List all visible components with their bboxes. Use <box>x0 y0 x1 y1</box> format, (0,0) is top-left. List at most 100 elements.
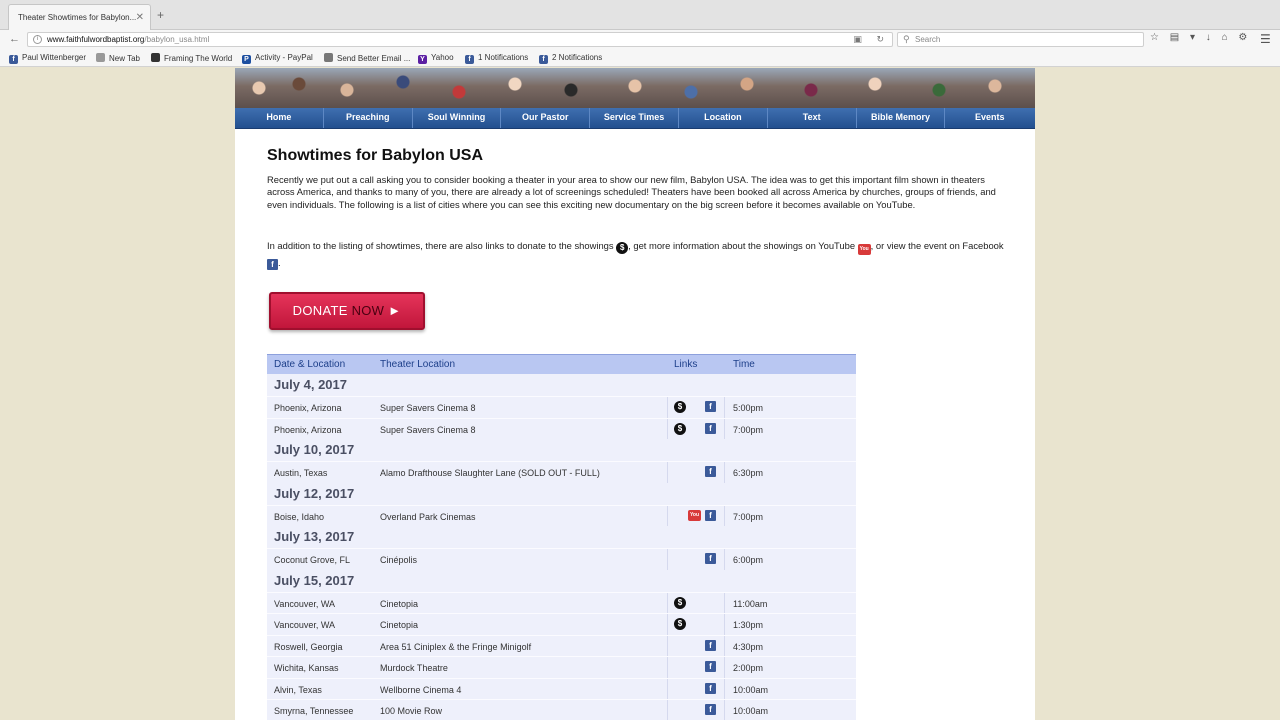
site-menu: Home Preaching Soul Winning Our Pastor S… <box>235 108 1035 129</box>
url-bar[interactable]: i www.faithfulwordbaptist.org/babylon_us… <box>27 32 893 47</box>
extension-icon[interactable]: ⚙ <box>1238 32 1247 43</box>
yahoo-icon: Y <box>418 55 427 64</box>
showtimes-table: Date & Location Theater Location Links T… <box>267 354 856 720</box>
menu-item-home[interactable]: Home <box>235 108 324 128</box>
facebook-icon[interactable]: f <box>705 422 716 434</box>
home-icon[interactable]: ⌂ <box>1222 32 1228 43</box>
bookmark-item[interactable]: Framing The World <box>151 53 232 63</box>
table-header: Date & Location Theater Location Links T… <box>267 354 856 374</box>
links-cell: f <box>667 549 725 570</box>
menu-item-our-pastor[interactable]: Our Pastor <box>501 108 591 128</box>
bookmark-item[interactable]: Y Yahoo <box>418 53 454 64</box>
theater-cell: Alamo Drafthouse Slaughter Lane (SOLD OU… <box>380 468 600 478</box>
menu-item-location[interactable]: Location <box>679 108 768 128</box>
reload-icon[interactable]: ↻ <box>876 34 884 44</box>
facebook-icon[interactable]: f <box>705 682 716 694</box>
facebook-icon[interactable]: f <box>705 639 716 651</box>
pocket-icon[interactable]: ▾ <box>1190 32 1195 43</box>
menu-item-bible-memory[interactable]: Bible Memory <box>857 108 946 128</box>
table-row: Wichita, Kansas Murdock Theatre f 2:00pm <box>267 656 856 678</box>
banner-photo <box>235 68 1035 108</box>
url-path: /babylon_usa.html <box>144 35 210 44</box>
header-links: Links <box>674 359 698 370</box>
date-label: July 12, 2017 <box>274 485 355 501</box>
bookmark-item[interactable]: f Paul Wittenberger <box>9 53 86 64</box>
hamburger-menu-icon[interactable]: ☰ <box>1260 32 1271 46</box>
table-row: Coconut Grove, FL Cinépolis f 6:00pm <box>267 548 856 570</box>
theater-cell: Super Savers Cinema 8 <box>380 424 476 435</box>
time-cell: 1:30pm <box>733 620 764 630</box>
donate-icon[interactable]: $ <box>674 596 686 609</box>
time-cell: 2:00pm <box>733 663 764 673</box>
table-row: Alvin, Texas Wellborne Cinema 4 f 10:00am <box>267 677 856 699</box>
table-row: Vancouver, WA Cinetopia $1:30pm <box>267 613 856 635</box>
facebook-icon[interactable]: f <box>705 661 716 672</box>
date-group-row: July 13, 2017 <box>267 526 856 548</box>
bookmark-item[interactable]: Send Better Email ... <box>324 53 410 63</box>
time-cell: 7:00pm <box>733 424 764 435</box>
facebook-icon: f <box>465 55 474 64</box>
new-tab-button[interactable]: + <box>157 9 164 21</box>
table-row: Phoenix, Arizona Super Savers Cinema 8 $ f 7… <box>267 417 856 439</box>
page-icon <box>151 53 160 62</box>
bookmark-item[interactable]: f2 Notifications <box>539 53 602 64</box>
donate-icon: $ <box>616 242 629 254</box>
menu-item-soul-winning[interactable]: Soul Winning <box>413 108 502 128</box>
reader-view-icon[interactable]: ▣ <box>853 34 862 44</box>
donate-icon[interactable]: $ <box>674 401 686 413</box>
time-cell: 5:00pm <box>733 403 764 413</box>
links-paragraph: In addition to the listing of showtimes,… <box>267 240 1004 270</box>
theater-cell: Murdock Theatre <box>380 663 448 673</box>
back-arrow-icon[interactable]: ← <box>9 32 20 46</box>
paypal-icon: P <box>242 55 251 64</box>
city-cell: Alvin, Texas <box>274 684 322 695</box>
facebook-icon[interactable]: f <box>705 401 716 412</box>
bookmarks-bar: f Paul Wittenberger New Tab Framing The W… <box>0 49 1280 67</box>
city-cell: Vancouver, WA <box>274 598 336 609</box>
bookmark-item[interactable]: P Activity - PayPal <box>242 53 313 64</box>
bookmark-item[interactable]: New Tab <box>96 53 140 63</box>
info-icon[interactable]: i <box>33 35 42 44</box>
clipboard-icon[interactable]: ▤ <box>1170 32 1179 43</box>
city-cell: Phoenix, Arizona <box>274 424 342 435</box>
youtube-icon[interactable]: You <box>688 509 701 521</box>
page-title: Showtimes for Babylon USA <box>267 147 484 164</box>
download-icon[interactable]: ↓ <box>1206 32 1211 43</box>
page-content: Home Preaching Soul Winning Our Pastor S… <box>235 68 1035 720</box>
theater-cell: 100 Movie Row <box>380 706 443 716</box>
star-icon[interactable]: ☆ <box>1150 32 1159 43</box>
browser-tab[interactable]: Theater Showtimes for Babylon... ✕ <box>8 4 151 30</box>
date-group-row: July 15, 2017 <box>267 569 856 592</box>
donate-icon[interactable]: $ <box>674 618 686 630</box>
url-host: www.faithfulwordbaptist.org <box>47 35 145 44</box>
facebook-icon[interactable]: f <box>705 509 716 521</box>
city-cell: Phoenix, Arizona <box>274 403 342 413</box>
city-cell: Coconut Grove, FL <box>274 555 351 565</box>
facebook-icon[interactable]: f <box>705 704 716 715</box>
close-icon[interactable]: ✕ <box>136 12 144 23</box>
search-input[interactable]: ⚲ Search <box>897 32 1144 47</box>
city-cell: Roswell, Georgia <box>274 641 343 652</box>
donate-now-button[interactable]: DONATE NOW ► <box>269 292 425 330</box>
header-theater: Theater Location <box>380 359 456 370</box>
menu-item-service-times[interactable]: Service Times <box>590 108 679 128</box>
date-label: July 10, 2017 <box>274 442 355 457</box>
date-label: July 15, 2017 <box>274 572 355 588</box>
donate-icon[interactable]: $ <box>674 422 686 435</box>
menu-item-events[interactable]: Events <box>945 108 1034 128</box>
browser-tab-bar: Theater Showtimes for Babylon... ✕ + <box>0 0 1280 30</box>
gear-icon <box>324 53 333 62</box>
menu-item-preaching[interactable]: Preaching <box>324 108 413 128</box>
time-cell: 10:00am <box>733 684 769 695</box>
menu-item-text[interactable]: Text <box>768 108 857 128</box>
facebook-icon: f <box>539 55 548 64</box>
facebook-icon[interactable]: f <box>705 466 716 477</box>
table-row: Boise, Idaho Overland Park Cinemas You f 7:0… <box>267 504 856 526</box>
bookmark-item[interactable]: f1 Notifications <box>465 53 528 64</box>
globe-icon <box>96 53 105 62</box>
facebook-icon[interactable]: f <box>705 553 716 564</box>
time-cell: 4:30pm <box>733 641 764 652</box>
date-label: July 4, 2017 <box>274 377 347 392</box>
links-cell: $ f <box>667 418 725 439</box>
city-cell: Austin, Texas <box>274 468 328 478</box>
